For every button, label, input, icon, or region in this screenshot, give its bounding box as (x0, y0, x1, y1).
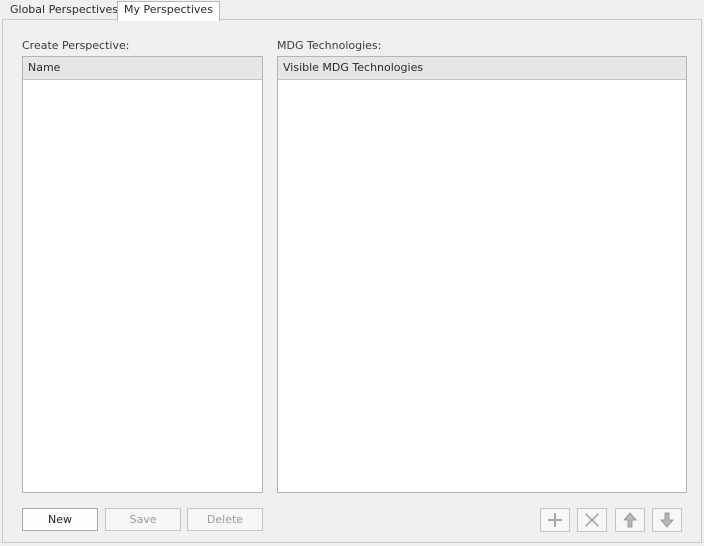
remove-technology-button[interactable] (577, 508, 607, 532)
add-technology-button[interactable] (540, 508, 570, 532)
tab-my-perspectives[interactable]: My Perspectives (117, 1, 220, 21)
tab-strip: Global Perspectives My Perspectives (0, 0, 704, 21)
plus-icon (548, 513, 562, 527)
delete-button[interactable]: Delete (187, 508, 263, 531)
perspective-list[interactable]: Name (22, 56, 263, 493)
mdg-technologies-label: MDG Technologies: (277, 39, 382, 52)
arrow-down-icon (660, 512, 674, 528)
tab-global-perspectives[interactable]: Global Perspectives (4, 2, 124, 20)
name-column-header[interactable]: Name (23, 57, 262, 80)
create-perspective-label: Create Perspective: (22, 39, 130, 52)
cross-icon (585, 513, 599, 527)
perspectives-dialog: Global Perspectives My Perspectives Crea… (0, 0, 704, 546)
save-button[interactable]: Save (105, 508, 181, 531)
move-up-button[interactable] (615, 508, 645, 532)
visible-mdg-technologies-column-header[interactable]: Visible MDG Technologies (278, 57, 686, 80)
tab-panel-my-perspectives: Create Perspective: Name MDG Technologie… (2, 19, 702, 543)
arrow-up-icon (623, 512, 637, 528)
new-button[interactable]: New (22, 508, 98, 531)
move-down-button[interactable] (652, 508, 682, 532)
mdg-technologies-list[interactable]: Visible MDG Technologies (277, 56, 687, 493)
